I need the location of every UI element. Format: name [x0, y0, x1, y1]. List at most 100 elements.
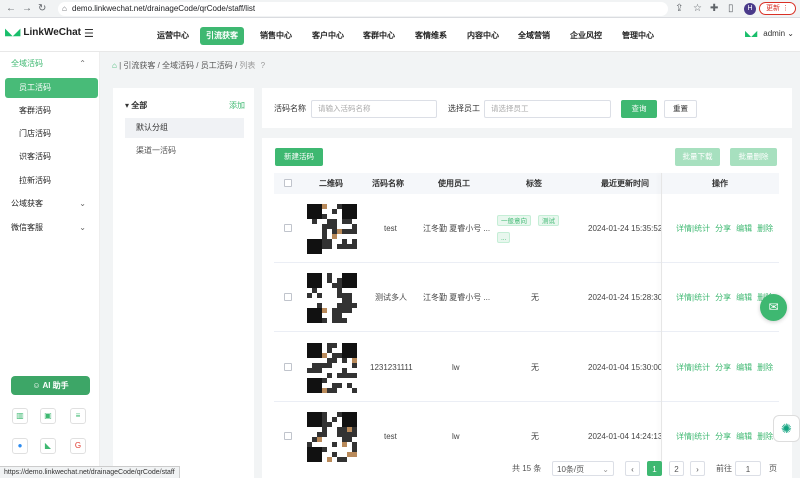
qr-module: [317, 283, 322, 288]
group-item-default[interactable]: 默认分组: [125, 118, 244, 138]
page-suffix: 页: [769, 464, 777, 473]
forward-icon[interactable]: →: [22, 3, 32, 14]
qr-module: [337, 383, 342, 388]
star-icon[interactable]: ☆: [693, 3, 702, 14]
sidebar: 全域活码 ⌃ 员工活码 客群活码 门店活码 识客活码 拉新活码 公域获客 ⌄ 微信客…: [0, 52, 100, 478]
qr-module: [332, 417, 337, 422]
openai-float-icon[interactable]: ✺: [773, 415, 800, 442]
sidebar-group-public[interactable]: 公域获客 ⌄: [0, 194, 100, 214]
qr-module: [322, 447, 327, 452]
chevron-down-icon: ⌄: [787, 29, 794, 38]
sidebar-item-identify-code[interactable]: 识客活码: [0, 147, 100, 167]
brand-small-icon[interactable]: ◣: [40, 438, 56, 454]
menu-toggle-icon[interactable]: ☰: [84, 27, 94, 40]
sidebar-item-pullnew-code[interactable]: 拉新活码: [0, 171, 100, 191]
nav-marketing[interactable]: 全域营销: [512, 27, 556, 45]
sidebar-item-store-code[interactable]: 门店活码: [0, 124, 100, 144]
ai-assistant-button[interactable]: ☺ AI 助手: [11, 376, 90, 395]
page-2[interactable]: 2: [669, 461, 684, 476]
qr-module: [332, 343, 337, 348]
qr-code-image[interactable]: [307, 204, 357, 254]
gitee-icon[interactable]: G: [70, 438, 86, 454]
query-button[interactable]: 查询: [621, 100, 657, 118]
sidebar-group-wechat-service[interactable]: 微信客服 ⌄: [0, 218, 100, 238]
qr-module: [327, 373, 332, 378]
help-icon[interactable]: ?: [261, 61, 265, 70]
chevron-down-icon: ⌄: [79, 223, 86, 232]
qr-code-image[interactable]: [307, 273, 357, 323]
chat-icon[interactable]: ●: [12, 438, 28, 454]
qr-module: [327, 363, 332, 368]
qr-module: [352, 244, 357, 249]
book-icon[interactable]: ▥: [12, 408, 28, 424]
nav-relations[interactable]: 客情维系: [409, 27, 453, 45]
qr-module: [332, 358, 337, 363]
qr-module: [322, 318, 327, 323]
qr-module: [352, 373, 357, 378]
batch-delete-button[interactable]: 批量删除: [730, 148, 777, 166]
nav-content[interactable]: 内容中心: [461, 27, 505, 45]
qr-module: [352, 452, 357, 457]
logo[interactable]: ◣◢ LinkWeChat: [5, 27, 81, 38]
profile-avatar[interactable]: H: [744, 3, 756, 15]
table-row: 1231231111 lw 无 2024-01-04 15:30:00 详情|统…: [274, 333, 779, 402]
name-input[interactable]: 请输入活码名称: [311, 100, 437, 118]
sidebar-group-omni[interactable]: 全域活码 ⌃: [0, 54, 100, 74]
wechat-float-icon[interactable]: ✉: [760, 294, 787, 321]
nav-risk[interactable]: 企业风控: [564, 27, 608, 45]
group-tree-root[interactable]: ▾ 全部: [125, 100, 147, 111]
row-actions: 详情|统计分享编辑删除: [676, 224, 774, 233]
nav-acquisition[interactable]: 引流获客: [200, 27, 244, 45]
new-code-button[interactable]: 新建活码: [275, 148, 323, 166]
doc-icon[interactable]: ≡: [70, 408, 86, 424]
select-all-checkbox[interactable]: [284, 179, 292, 187]
chevron-down-icon: ⌄: [79, 199, 86, 208]
logo-icon: ◣◢: [5, 27, 21, 38]
qr-module: [342, 442, 347, 447]
extensions-icon[interactable]: ✚: [710, 3, 718, 14]
page-size-select[interactable]: 10条/页 ⌄: [552, 461, 614, 476]
filter-card: 活码名称 请输入活码名称 选择员工 请选择员工 查询 重置: [262, 88, 792, 128]
breadcrumb: ⌂ | 引流获客 / 全域活码 / 员工活码 / 列表 ?: [112, 61, 266, 70]
nav-admin[interactable]: 管理中心: [616, 27, 660, 45]
nav-sales[interactable]: 销售中心: [254, 27, 298, 45]
next-page-button[interactable]: ›: [690, 461, 705, 476]
reset-button[interactable]: 重置: [664, 100, 697, 118]
sidepanel-icon[interactable]: ▯: [728, 3, 734, 14]
prev-page-button[interactable]: ‹: [625, 461, 640, 476]
staff-select[interactable]: 请选择员工: [484, 100, 611, 118]
address-bar[interactable]: ⌂ demo.linkwechat.net/drainageCode/qrCode…: [58, 2, 668, 16]
row-checkbox[interactable]: [284, 432, 292, 440]
brand-icon: ◣◢: [745, 29, 758, 38]
qr-code-image[interactable]: [307, 412, 357, 462]
table-card: 新建活码 批量下载 批量删除 二维码 活码名称 使用员工 标签 最近更新时间 操…: [262, 138, 792, 478]
qr-code-image[interactable]: [307, 343, 357, 393]
back-icon[interactable]: ←: [6, 3, 16, 14]
nav-operations[interactable]: 运营中心: [151, 27, 195, 45]
row-checkbox[interactable]: [284, 363, 292, 371]
qr-module: [342, 457, 347, 462]
sidebar-item-staff-code[interactable]: 员工活码: [5, 78, 98, 98]
nav-groups[interactable]: 客群中心: [357, 27, 401, 45]
group-item-channel[interactable]: 渠道一活码: [125, 141, 244, 161]
user-menu[interactable]: admin ⌄: [763, 29, 794, 38]
add-group-button[interactable]: 添加: [229, 100, 245, 111]
goto-input[interactable]: 1: [735, 461, 761, 476]
sidebar-item-group-code[interactable]: 客群活码: [0, 101, 100, 121]
status-url-tooltip: https://demo.linkwechat.net/drainageCode…: [0, 466, 180, 478]
qr-module: [327, 422, 332, 427]
qr-module: [317, 437, 322, 442]
group-panel: ▾ 全部 添加 默认分组 渠道一活码: [113, 88, 254, 478]
box-icon[interactable]: ▣: [40, 408, 56, 424]
row-checkbox[interactable]: [284, 293, 292, 301]
row-checkbox[interactable]: [284, 224, 292, 232]
batch-download-button[interactable]: 批量下载: [675, 148, 720, 166]
qr-module: [322, 308, 327, 313]
qr-module: [312, 219, 317, 224]
home-icon[interactable]: ⌂: [112, 61, 117, 70]
page-1[interactable]: 1: [647, 461, 662, 476]
share-icon[interactable]: ⇪: [675, 3, 683, 14]
update-button[interactable]: 更新 ⋮: [759, 2, 796, 15]
nav-customers[interactable]: 客户中心: [306, 27, 350, 45]
reload-icon[interactable]: ↻: [38, 3, 46, 14]
